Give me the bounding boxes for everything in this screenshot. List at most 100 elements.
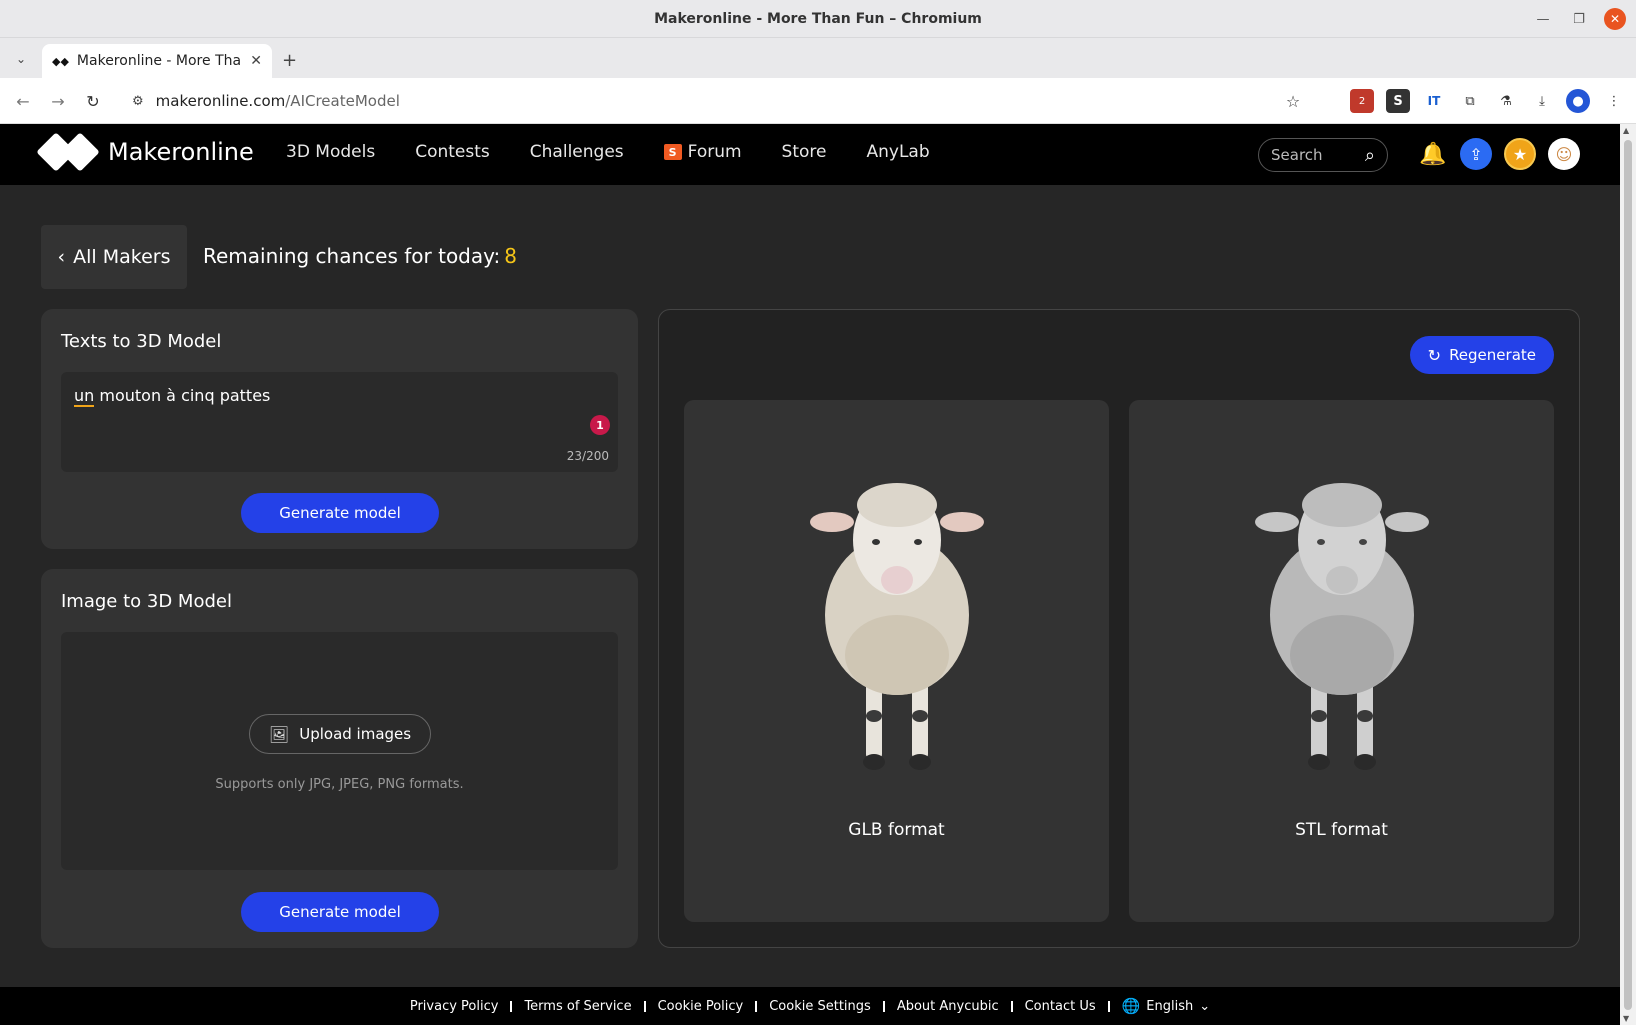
s-extension-icon[interactable]: S bbox=[1386, 89, 1410, 113]
nav-3d-models[interactable]: 3D Models bbox=[286, 142, 375, 162]
notification-bell-icon[interactable]: 🔔 bbox=[1418, 142, 1448, 167]
upload-cloud-icon[interactable]: ⇪ bbox=[1460, 138, 1492, 170]
logo-diamond-icon bbox=[36, 132, 100, 172]
tab-close-icon[interactable]: ✕ bbox=[250, 53, 262, 69]
nav-forum[interactable]: S Forum bbox=[663, 142, 742, 162]
language-selector[interactable]: 🌐 English ⌄ bbox=[1122, 997, 1211, 1015]
nav-forum-label: Forum bbox=[687, 142, 742, 162]
footer-cookie-policy[interactable]: Cookie Policy bbox=[658, 999, 744, 1014]
browser-tab-active[interactable]: ◆◆ Makeronline - More Than Fun ✕ bbox=[42, 44, 272, 78]
results-panel: ↻ Regenerate GLB format STL format bbox=[658, 309, 1580, 948]
nav-anylab[interactable]: AnyLab bbox=[866, 142, 929, 162]
text-to-model-card: Texts to 3D Model un mouton à cinq patte… bbox=[41, 309, 638, 549]
regenerate-button[interactable]: ↻ Regenerate bbox=[1409, 336, 1554, 374]
profile-avatar-icon[interactable]: ● bbox=[1566, 89, 1590, 113]
text-generate-model-button[interactable]: Generate model bbox=[241, 493, 439, 533]
footer-privacy-policy[interactable]: Privacy Policy bbox=[410, 999, 499, 1014]
nav-contests[interactable]: Contests bbox=[415, 142, 490, 162]
upload-images-label: Upload images bbox=[299, 725, 412, 743]
site-header: Makeronline 3D Models Contests Challenge… bbox=[0, 124, 1620, 185]
footer-separator bbox=[643, 1000, 646, 1012]
download-icon[interactable]: ⤓ bbox=[1530, 89, 1554, 113]
user-avatar[interactable]: ☺ bbox=[1548, 138, 1580, 170]
image-upload-icon: 🖼 bbox=[268, 724, 290, 744]
window-controls: — ❐ ✕ bbox=[1532, 8, 1626, 30]
header-actions: 🔔 ⇪ ★ ☺ bbox=[1418, 138, 1580, 170]
upload-images-button[interactable]: 🖼 Upload images bbox=[249, 714, 431, 754]
site-logo[interactable]: Makeronline bbox=[36, 132, 254, 172]
globe-icon: 🌐 bbox=[1121, 997, 1141, 1015]
footer-separator bbox=[510, 1000, 513, 1012]
extension-icons: 2 S IT ⧉ ⚗ ⤓ ● ⋮ bbox=[1350, 89, 1626, 113]
prompt-text[interactable]: un mouton à cinq pattes bbox=[74, 386, 271, 407]
reload-icon[interactable]: ↻ bbox=[82, 90, 104, 112]
search-input[interactable] bbox=[1271, 146, 1351, 164]
labs-flask-icon[interactable]: ⚗ bbox=[1494, 89, 1518, 113]
regenerate-label: Regenerate bbox=[1449, 346, 1536, 364]
remaining-count: 8 bbox=[504, 244, 517, 268]
prompt-text-rest: mouton à cinq pattes bbox=[94, 386, 271, 405]
spellcheck-word: un bbox=[74, 386, 95, 407]
back-button-label: All Makers bbox=[73, 246, 171, 268]
refresh-icon: ↻ bbox=[1427, 345, 1442, 365]
brand-name: Makeronline bbox=[108, 138, 254, 166]
main-nav: 3D Models Contests Challenges S Forum St… bbox=[286, 142, 930, 162]
url-text[interactable]: makeronline.com/AICreateModel bbox=[156, 92, 400, 110]
image-generate-model-button[interactable]: Generate model bbox=[241, 892, 439, 932]
image-drop-zone[interactable]: 🖼 Upload images Supports only JPG, JPEG,… bbox=[61, 632, 618, 870]
image-to-model-title: Image to 3D Model bbox=[61, 591, 232, 612]
coin-reward-icon[interactable]: ★ bbox=[1504, 138, 1536, 170]
address-bar[interactable]: ⚙ makeronline.com/AICreateModel bbox=[122, 84, 1302, 118]
all-makers-back-button[interactable]: ‹ All Makers bbox=[41, 225, 187, 289]
browser-toolbar: ← → ↻ ⚙ makeronline.com/AICreateModel ☆ … bbox=[0, 78, 1636, 124]
image-to-model-card: Image to 3D Model 🖼 Upload images Suppor… bbox=[41, 569, 638, 948]
footer-cookie-settings[interactable]: Cookie Settings bbox=[769, 999, 871, 1014]
supported-formats-note: Supports only JPG, JPEG, PNG formats. bbox=[215, 777, 464, 792]
char-counter: 23/200 bbox=[566, 449, 609, 463]
remaining-chances: Remaining chances for today: 8 bbox=[203, 244, 517, 268]
back-arrow-icon[interactable]: ← bbox=[12, 90, 34, 112]
scrollbar-thumb[interactable] bbox=[1624, 140, 1632, 1010]
tab-title: Makeronline - More Than Fun bbox=[76, 53, 242, 69]
minimize-icon[interactable]: — bbox=[1532, 8, 1554, 30]
footer-separator bbox=[882, 1000, 885, 1012]
puzzle-extensions-icon[interactable]: ⧉ bbox=[1458, 89, 1482, 113]
footer-separator bbox=[1107, 1000, 1110, 1012]
close-window-icon[interactable]: ✕ bbox=[1604, 8, 1626, 30]
footer-separator bbox=[755, 1000, 758, 1012]
footer-terms-of-service[interactable]: Terms of Service bbox=[524, 999, 631, 1014]
new-tab-icon[interactable]: + bbox=[282, 50, 297, 71]
site-search[interactable]: ⌕ bbox=[1258, 138, 1388, 172]
sheep-stl-preview-image bbox=[1255, 483, 1429, 770]
window-titlebar: Makeronline - More Than Fun – Chromium —… bbox=[0, 0, 1636, 38]
page-scrollbar[interactable]: ▲ ▼ bbox=[1620, 124, 1636, 1025]
favicon-icon: ◆◆ bbox=[52, 54, 69, 68]
search-icon[interactable]: ⌕ bbox=[1365, 145, 1375, 166]
bookmark-star-icon[interactable]: ☆ bbox=[1282, 90, 1304, 112]
forward-arrow-icon[interactable]: → bbox=[47, 90, 69, 112]
remaining-label: Remaining chances for today: bbox=[203, 244, 501, 268]
chevron-left-icon: ‹ bbox=[57, 246, 66, 268]
tab-search-chevron-icon[interactable]: ⌄ bbox=[10, 48, 32, 70]
footer-contact-us[interactable]: Contact Us bbox=[1025, 999, 1096, 1014]
grammar-error-badge[interactable]: 1 bbox=[590, 415, 610, 435]
scroll-up-icon[interactable]: ▲ bbox=[1623, 126, 1629, 135]
glb-format-label: GLB format bbox=[848, 820, 945, 840]
footer-separator bbox=[1010, 1000, 1013, 1012]
stl-model-card[interactable]: STL format bbox=[1129, 400, 1554, 922]
ublock-extension-icon[interactable]: 2 bbox=[1350, 89, 1374, 113]
window-title: Makeronline - More Than Fun – Chromium bbox=[654, 10, 982, 27]
text-to-model-title: Texts to 3D Model bbox=[61, 331, 222, 352]
sheep-glb-preview-image bbox=[810, 483, 984, 770]
site-info-icon[interactable]: ⚙ bbox=[132, 94, 144, 109]
language-label: English bbox=[1146, 998, 1194, 1014]
scroll-down-icon[interactable]: ▼ bbox=[1623, 1014, 1629, 1023]
glb-model-card[interactable]: GLB format bbox=[684, 400, 1109, 922]
prompt-textarea[interactable]: un mouton à cinq pattes 1 23/200 bbox=[61, 372, 618, 472]
maximize-icon[interactable]: ❐ bbox=[1568, 8, 1590, 30]
nav-store[interactable]: Store bbox=[782, 142, 827, 162]
footer-about-anycubic[interactable]: About Anycubic bbox=[897, 999, 999, 1014]
translate-extension-icon[interactable]: IT bbox=[1422, 89, 1446, 113]
nav-challenges[interactable]: Challenges bbox=[530, 142, 624, 162]
kebab-menu-icon[interactable]: ⋮ bbox=[1602, 89, 1626, 113]
